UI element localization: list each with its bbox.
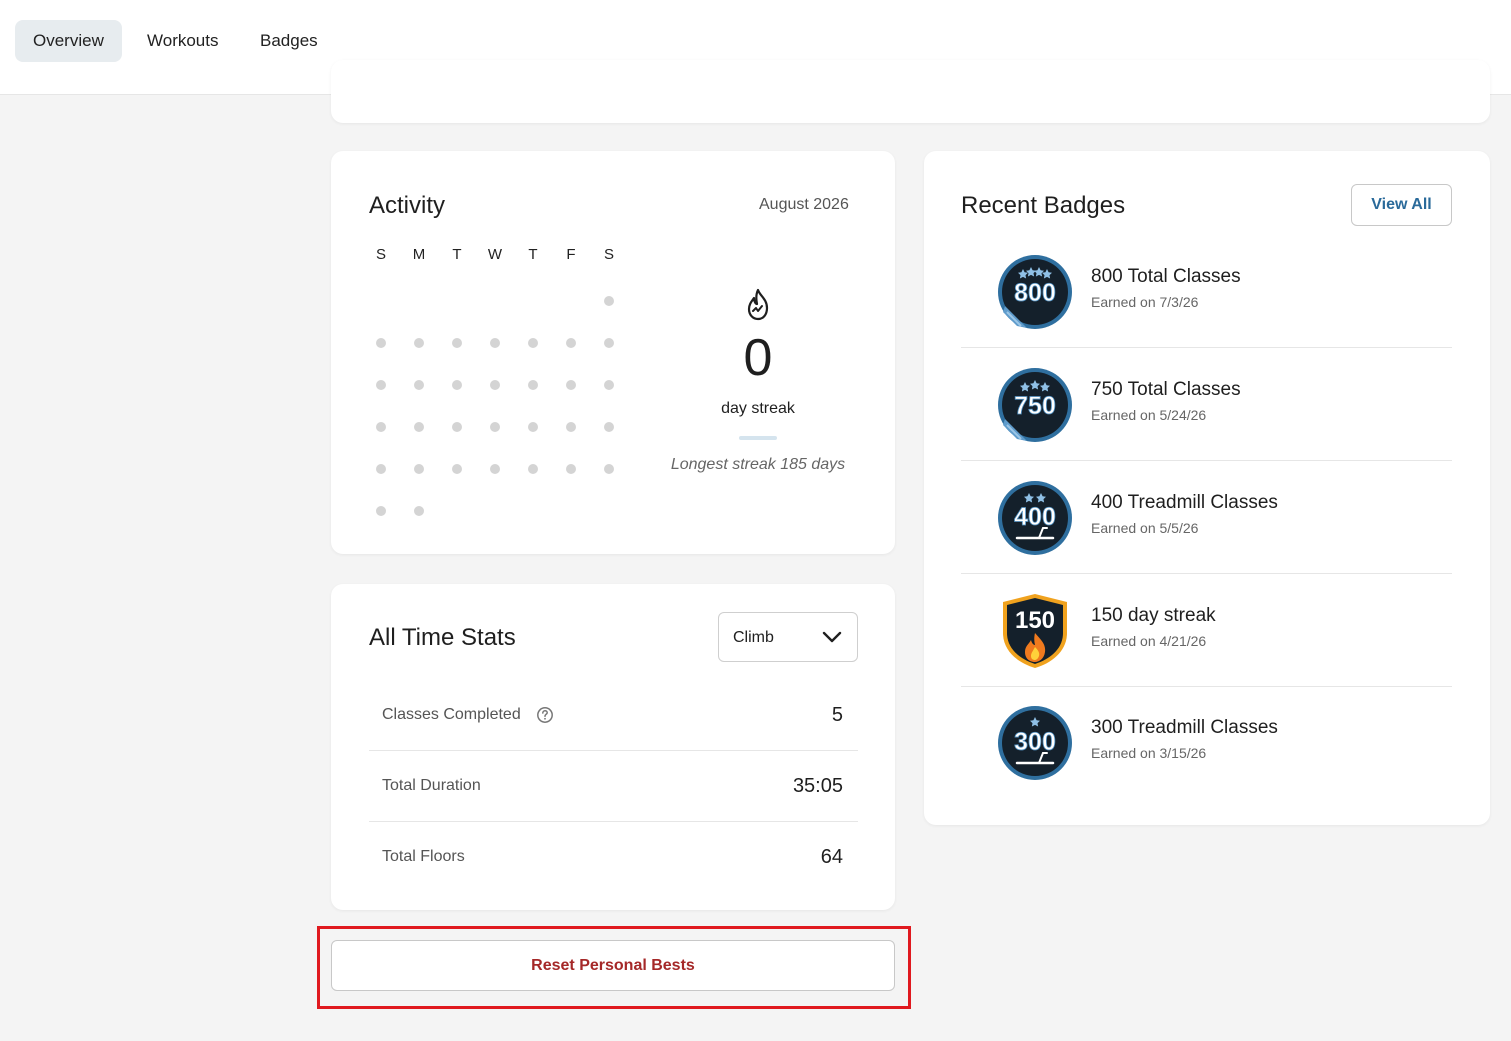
badge-earned-date: Earned on 7/3/26 [1091, 294, 1199, 310]
calendar-day-dot [528, 380, 538, 390]
view-all-button[interactable]: View All [1351, 184, 1452, 226]
treadmill-badge-icon: 400 [998, 481, 1072, 555]
weekday-label: F [566, 246, 576, 263]
badge-earned-date: Earned on 4/21/26 [1091, 633, 1207, 649]
calendar-day-dot [528, 422, 538, 432]
badges-title: Recent Badges [961, 192, 1126, 219]
stat-label: Total Floors [382, 848, 465, 865]
badge-list-item[interactable]: 150 150 day streak Earned on 4/21/26 [961, 575, 1452, 687]
weekday-label: W [487, 246, 503, 263]
stats-title: All Time Stats [369, 624, 516, 651]
calendar-day-dot [376, 464, 386, 474]
calendar-day-dot [528, 338, 538, 348]
stat-value: 35:05 [792, 775, 843, 797]
profile-summary-card [331, 60, 1490, 123]
weekday-label: S [603, 246, 614, 263]
streak-badge-icon: 150 [1003, 594, 1067, 668]
calendar-day-dot [414, 338, 424, 348]
stats-filter-value: Climb [733, 629, 774, 646]
calendar-day-dot [604, 380, 614, 390]
stat-value: 64 [820, 846, 843, 868]
badge-name: 800 Total Classes [1091, 266, 1241, 287]
tab-badges[interactable]: Badges [242, 20, 336, 62]
calendar-day-dot [604, 464, 614, 474]
calendar-day-dot [376, 338, 386, 348]
stats-filter-select[interactable]: Climb [718, 612, 858, 662]
badge-list-item[interactable]: 800 800 Total Classes Earned on 7/3/26 [961, 236, 1452, 348]
badge-earned-date: Earned on 5/5/26 [1091, 520, 1199, 536]
activity-title: Activity [369, 192, 446, 219]
total-classes-badge-icon: 750 [998, 368, 1072, 442]
tab-workouts[interactable]: Workouts [129, 20, 237, 62]
badge-name: 400 Treadmill Classes [1091, 492, 1278, 513]
calendar-day-dot [604, 338, 614, 348]
calendar-day-dot [414, 506, 424, 516]
calendar-day-dot [452, 464, 462, 474]
calendar-day-dot [452, 380, 462, 390]
badge-number: 150 [1015, 607, 1055, 634]
calendar-day-dot [566, 422, 576, 432]
calendar-day-dot [490, 422, 500, 432]
longest-streak: Longest streak 185 days [670, 456, 846, 473]
badge-list-item[interactable]: 750 750 Total Classes Earned on 5/24/26 [961, 349, 1452, 461]
stat-row-classes-completed: Classes Completed 5 [369, 680, 858, 751]
calendar-day-dot [376, 380, 386, 390]
stat-value: 5 [831, 704, 843, 726]
stat-row-total-duration: Total Duration 35:05 [369, 751, 858, 822]
calendar-day-dot [604, 296, 614, 306]
total-classes-badge-icon: 800 [998, 255, 1072, 329]
stat-label: Classes Completed [382, 706, 521, 723]
calendar-day-dot [376, 506, 386, 516]
badge-earned-date: Earned on 3/15/26 [1091, 745, 1207, 761]
treadmill-badge-icon: 300 [998, 706, 1072, 780]
calendar-day-dot [528, 464, 538, 474]
badge-number: 400 [1014, 503, 1056, 531]
flame-icon [747, 288, 769, 321]
streak-label: day streak [721, 400, 795, 417]
streak-divider [739, 436, 777, 440]
chevron-down-icon [822, 631, 842, 643]
stat-row-total-floors: Total Floors 64 [369, 822, 858, 893]
calendar-day-dot [566, 380, 576, 390]
badge-name: 150 day streak [1091, 605, 1216, 626]
calendar-day-dot [490, 380, 500, 390]
badge-earned-date: Earned on 5/24/26 [1091, 407, 1207, 423]
badge-list-item[interactable]: 300 300 Treadmill Classes Earned on 3/15… [961, 687, 1452, 799]
weekday-label: M [412, 246, 426, 263]
weekday-label: T [528, 246, 538, 263]
weekday-label: T [452, 246, 462, 263]
calendar-day-dot [566, 338, 576, 348]
calendar-day-dot [566, 464, 576, 474]
badge-name: 750 Total Classes [1091, 379, 1241, 400]
calendar-day-dot [490, 464, 500, 474]
highlight-box [317, 926, 911, 1009]
badge-number: 750 [1014, 392, 1056, 420]
calendar-day-dot [452, 422, 462, 432]
stat-label: Total Duration [382, 777, 481, 794]
calendar-day-dot [414, 422, 424, 432]
weekday-label: S [375, 246, 386, 263]
calendar-day-dot [604, 422, 614, 432]
badge-number: 300 [1014, 728, 1056, 756]
calendar-day-dot [376, 422, 386, 432]
calendar-day-dot [414, 464, 424, 474]
tab-overview[interactable]: Overview [15, 20, 122, 62]
badge-list-item[interactable]: 400 400 Treadmill Classes Earned on 5/5/… [961, 462, 1452, 574]
badge-name: 300 Treadmill Classes [1091, 717, 1278, 738]
calendar-day-dot [490, 338, 500, 348]
calendar-day-dot [452, 338, 462, 348]
streak-count: 0 [743, 329, 773, 387]
badge-number: 800 [1014, 279, 1056, 307]
help-circle-icon[interactable] [536, 706, 554, 724]
activity-month: August 2026 [759, 196, 849, 213]
calendar-day-dot [414, 380, 424, 390]
